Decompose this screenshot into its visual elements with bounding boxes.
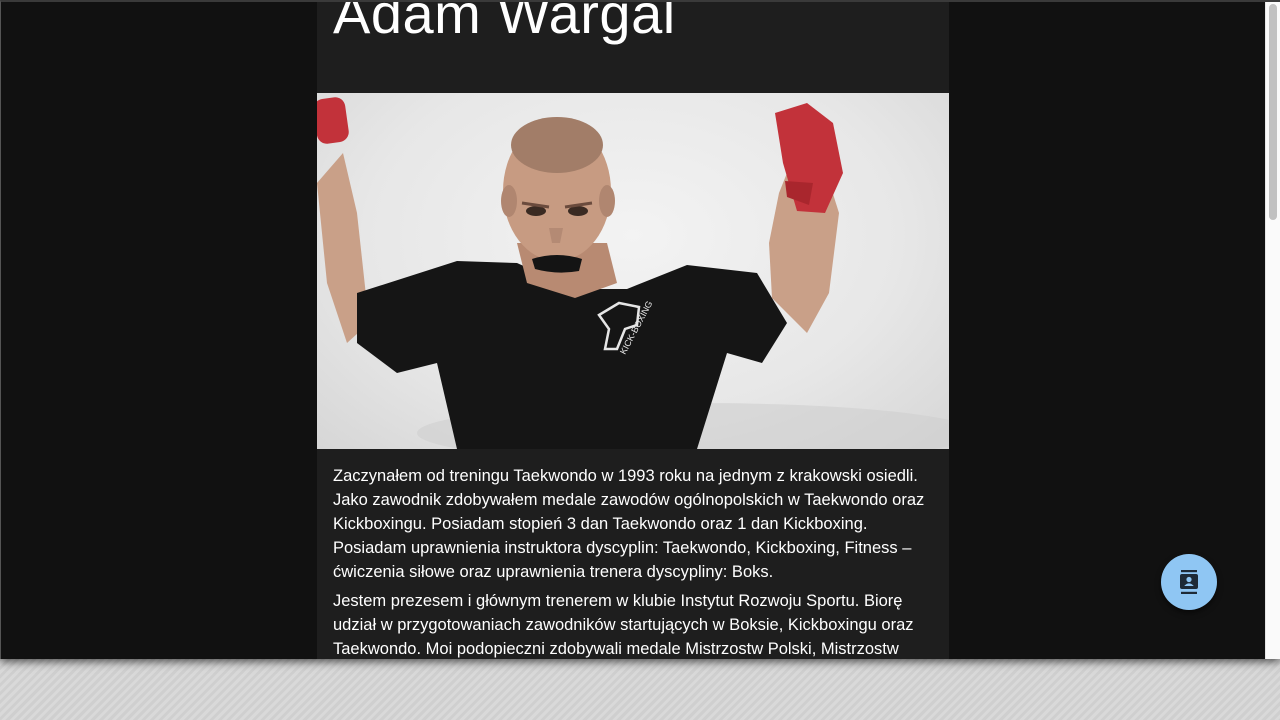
profile-card: Adam Wargal KICK-BOXING Zaczynałem od tr… [317, 2, 949, 659]
profile-bio: Zaczynałem od treningu Taekwondo w 1993 … [333, 464, 933, 659]
boxer-illustration: KICK-BOXING [317, 97, 949, 449]
vertical-scrollbar[interactable] [1265, 2, 1280, 659]
bio-paragraph: Jestem prezesem i głównym trenerem w klu… [333, 592, 914, 658]
profile-photo: KICK-BOXING [317, 93, 949, 449]
bio-paragraph: Zaczynałem od treningu Taekwondo w 1993 … [333, 467, 925, 581]
contact-button[interactable] [1161, 554, 1217, 610]
contact-card-icon [1180, 570, 1198, 594]
browser-viewport: Adam Wargal KICK-BOXING Zaczynałem od tr… [0, 0, 1280, 659]
scrollbar-thumb[interactable] [1269, 4, 1277, 220]
profile-name: Adam Wargal [333, 0, 676, 45]
